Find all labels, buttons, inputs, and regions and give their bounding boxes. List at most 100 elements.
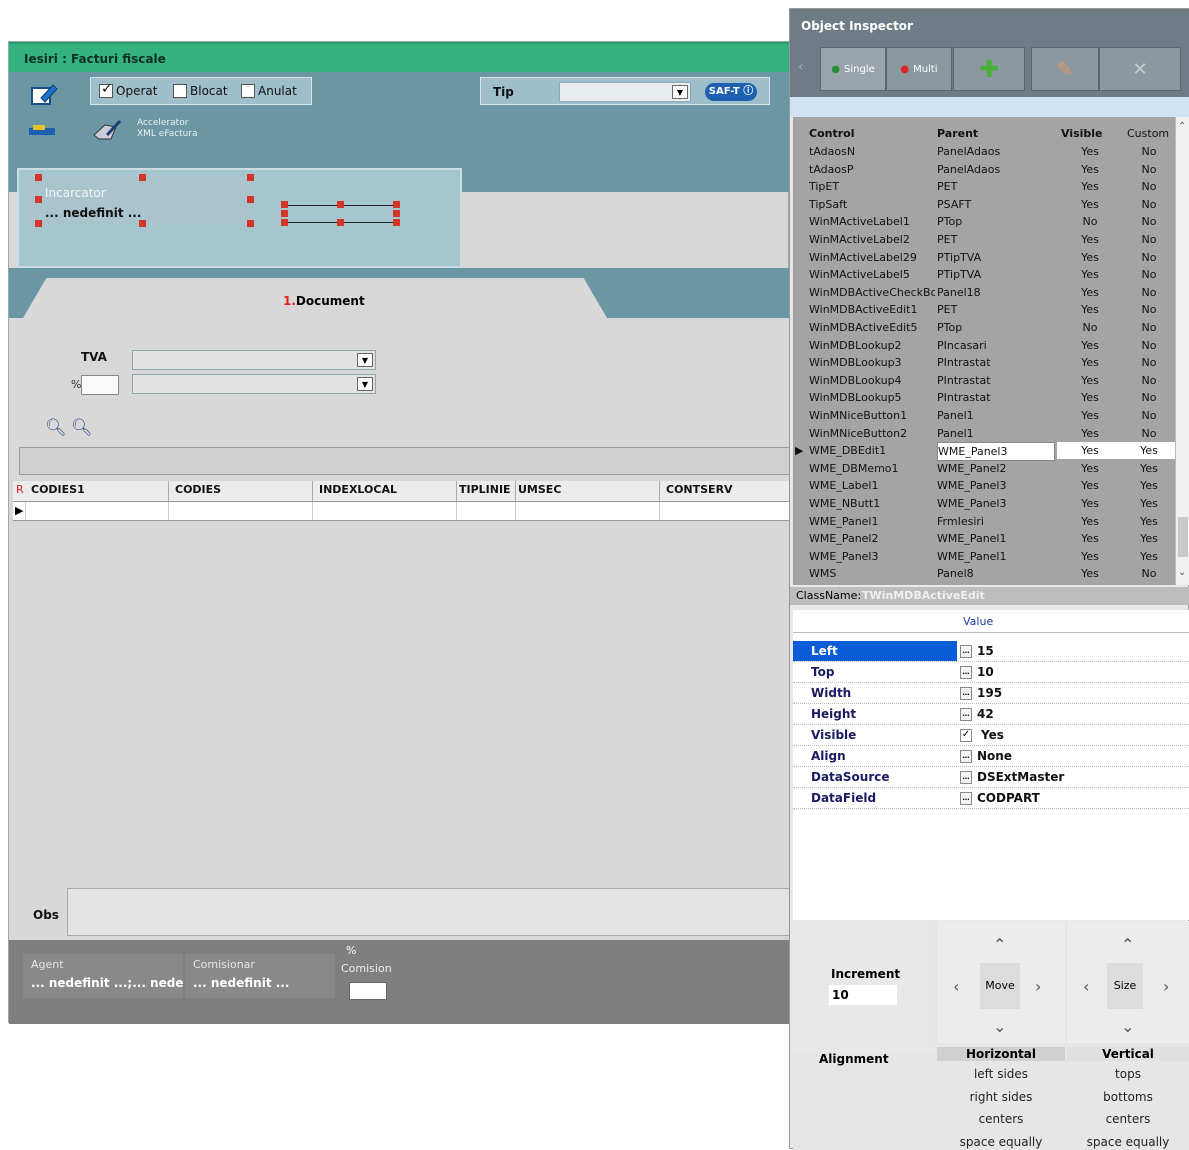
resize-handle[interactable] bbox=[337, 201, 344, 208]
property-value[interactable]: CODPART bbox=[977, 791, 1040, 805]
property-row[interactable]: Left… 15 bbox=[793, 641, 1189, 662]
anulat-checkbox[interactable]: Anulat bbox=[241, 84, 297, 98]
comision-input[interactable] bbox=[349, 982, 387, 1000]
table-row[interactable]: WinMActiveLabel5 PTipTVA Yes No bbox=[793, 266, 1175, 284]
header-custom[interactable]: Custom bbox=[1127, 125, 1169, 142]
table-row[interactable]: WinMDBLookup5 PIntrastat Yes No bbox=[793, 389, 1175, 407]
operat-checkbox[interactable]: Operat bbox=[99, 81, 157, 98]
table-row[interactable]: tAdaosP PanelAdaos Yes No bbox=[793, 161, 1175, 179]
align-option-space-equally[interactable]: space equally bbox=[937, 1135, 1065, 1149]
property-row[interactable]: DataSource … DSExtMaster bbox=[793, 767, 1189, 788]
resize-handle[interactable] bbox=[139, 174, 146, 181]
move-right-icon[interactable]: › bbox=[1035, 977, 1041, 996]
multi-button[interactable]: ● Multi bbox=[886, 47, 952, 91]
blocat-checkbox[interactable]: Blocat bbox=[173, 84, 228, 98]
property-row[interactable]: Width … 195 bbox=[793, 683, 1189, 704]
table-row[interactable]: ▶ bbox=[13, 501, 790, 521]
chevron-up-icon[interactable]: ⌃ bbox=[1178, 121, 1186, 132]
table-row[interactable]: TipSaft PSAFT Yes No bbox=[793, 196, 1175, 214]
efactura-pen-icon[interactable] bbox=[91, 117, 123, 143]
resize-handle[interactable] bbox=[247, 174, 254, 181]
grid-header-codies1[interactable]: CODIES1 bbox=[25, 481, 169, 501]
align-option-bottoms[interactable]: bottoms bbox=[1067, 1090, 1189, 1104]
move-down-icon[interactable]: ⌄ bbox=[993, 1017, 1006, 1036]
property-value[interactable]: 10 bbox=[977, 665, 994, 679]
table-row[interactable]: WME_Label1 WME_Panel3 Yes Yes bbox=[793, 477, 1175, 495]
resize-handle[interactable] bbox=[393, 210, 400, 217]
percent-input[interactable] bbox=[81, 375, 119, 395]
ellipsis-button[interactable]: … bbox=[960, 750, 972, 763]
table-row[interactable]: WME_Panel3 WME_Panel1 Yes Yes bbox=[793, 548, 1175, 566]
edit-button[interactable]: ✎ bbox=[1031, 47, 1099, 91]
table-row[interactable]: WinMNiceButton1 Panel1 Yes No bbox=[793, 407, 1175, 425]
tab-document[interactable]: 1.Document bbox=[23, 278, 607, 318]
property-value[interactable]: None bbox=[977, 749, 1012, 763]
search-advanced-icon[interactable]: 🔍︎ bbox=[71, 418, 93, 438]
resize-handle[interactable] bbox=[35, 174, 42, 181]
ellipsis-button[interactable]: … bbox=[960, 687, 972, 700]
property-row[interactable]: Top … 10 bbox=[793, 662, 1189, 683]
table-row[interactable]: WME_NButt1 WME_Panel3 Yes Yes bbox=[793, 495, 1175, 513]
header-parent[interactable]: Parent bbox=[937, 125, 978, 142]
grid-header-codies[interactable]: CODIES bbox=[169, 481, 313, 501]
size-left-icon[interactable]: ‹ bbox=[1083, 977, 1089, 996]
resize-handle[interactable] bbox=[35, 196, 42, 203]
align-option-left-sides[interactable]: left sides bbox=[937, 1067, 1065, 1081]
table-row[interactable]: WinMDBLookup3 PIntrastat Yes No bbox=[793, 354, 1175, 372]
table-row[interactable]: WinMActiveLabel1 PTop No No bbox=[793, 213, 1175, 231]
table-row[interactable]: WME_Panel1 FrmIesiri Yes Yes bbox=[793, 513, 1175, 531]
resize-handle[interactable] bbox=[393, 219, 400, 226]
obs-textarea[interactable] bbox=[67, 888, 790, 936]
move-button[interactable]: Move bbox=[980, 963, 1020, 1009]
add-button[interactable]: ✚ bbox=[953, 47, 1025, 91]
table-row[interactable]: WinMNiceButton2 Panel1 Yes No bbox=[793, 425, 1175, 443]
align-option-tops[interactable]: tops bbox=[1067, 1067, 1189, 1081]
property-row[interactable]: Align … None bbox=[793, 746, 1189, 767]
size-down-icon[interactable]: ⌄ bbox=[1121, 1017, 1134, 1036]
property-row[interactable]: Visible ✓ Yes bbox=[793, 725, 1189, 746]
ellipsis-button[interactable]: … bbox=[960, 771, 972, 784]
table-row[interactable]: WME_DBEdit1 WME_Panel3 Yes Yes ▶ bbox=[793, 442, 1175, 462]
table-row[interactable]: tAdaosN PanelAdaos Yes No bbox=[793, 143, 1175, 161]
resize-handle[interactable] bbox=[139, 220, 146, 227]
resize-handle[interactable] bbox=[393, 201, 400, 208]
ellipsis-button[interactable]: … bbox=[960, 645, 972, 658]
increment-input[interactable]: 10 bbox=[829, 985, 897, 1005]
grid-cell[interactable] bbox=[313, 502, 457, 520]
grid-header-contserv[interactable]: CONTSERV bbox=[660, 481, 790, 501]
resize-handle[interactable] bbox=[247, 196, 254, 203]
grid-cell[interactable] bbox=[25, 502, 169, 520]
filter-bar[interactable] bbox=[19, 447, 790, 475]
grid-cell[interactable] bbox=[516, 502, 660, 520]
table-row[interactable]: WinMDBActiveCheckBo: Panel18 Yes No bbox=[793, 284, 1175, 302]
property-value[interactable]: 42 bbox=[977, 707, 994, 721]
header-visible[interactable]: Visible bbox=[1061, 125, 1103, 142]
resize-handle[interactable] bbox=[281, 201, 288, 208]
table-row[interactable]: WMS Panel8 Yes No bbox=[793, 565, 1175, 583]
resize-handle[interactable] bbox=[337, 219, 344, 226]
table-row[interactable]: WinMDBActiveEdit1 PET Yes No bbox=[793, 301, 1175, 319]
table-row[interactable]: WinMActiveLabel29 PTipTVA Yes No bbox=[793, 249, 1175, 267]
move-left-icon[interactable]: ‹ bbox=[953, 977, 959, 996]
comisionar-field[interactable]: Comisionar ... nedefinit ... bbox=[185, 954, 335, 998]
table-row[interactable]: WinMActiveLabel2 PET Yes No bbox=[793, 231, 1175, 249]
chevron-down-icon[interactable]: ⌄ bbox=[1178, 567, 1186, 578]
table-row[interactable]: TipET PET Yes No bbox=[793, 178, 1175, 196]
grid-header-umsec[interactable]: UMSEC bbox=[516, 481, 660, 501]
tva-select[interactable]: ▼ bbox=[132, 350, 376, 370]
chevron-left-icon[interactable]: ‹ bbox=[798, 59, 804, 75]
table-row[interactable]: WinMDBLookup2 PIncasari Yes No bbox=[793, 337, 1175, 355]
property-value[interactable]: Yes bbox=[981, 728, 1004, 742]
controls-vertical-scrollbar[interactable]: ⌃ ⌄ bbox=[1175, 117, 1189, 585]
property-row[interactable]: DataField … CODPART bbox=[793, 788, 1189, 809]
size-button[interactable]: Size bbox=[1107, 963, 1143, 1009]
resize-handle[interactable] bbox=[35, 220, 42, 227]
ellipsis-button[interactable]: … bbox=[960, 666, 972, 679]
ellipsis-button[interactable]: … bbox=[960, 708, 972, 721]
size-up-icon[interactable]: ⌃ bbox=[1121, 935, 1134, 954]
close-button[interactable]: ✕ bbox=[1099, 47, 1181, 91]
table-row[interactable]: WinMDBActiveEdit5 PTop No No bbox=[793, 319, 1175, 337]
table-row[interactable]: WME_DBMemo1 WME_Panel2 Yes Yes bbox=[793, 460, 1175, 478]
align-option-centers[interactable]: centers bbox=[937, 1112, 1065, 1126]
property-row[interactable]: Height … 42 bbox=[793, 704, 1189, 725]
